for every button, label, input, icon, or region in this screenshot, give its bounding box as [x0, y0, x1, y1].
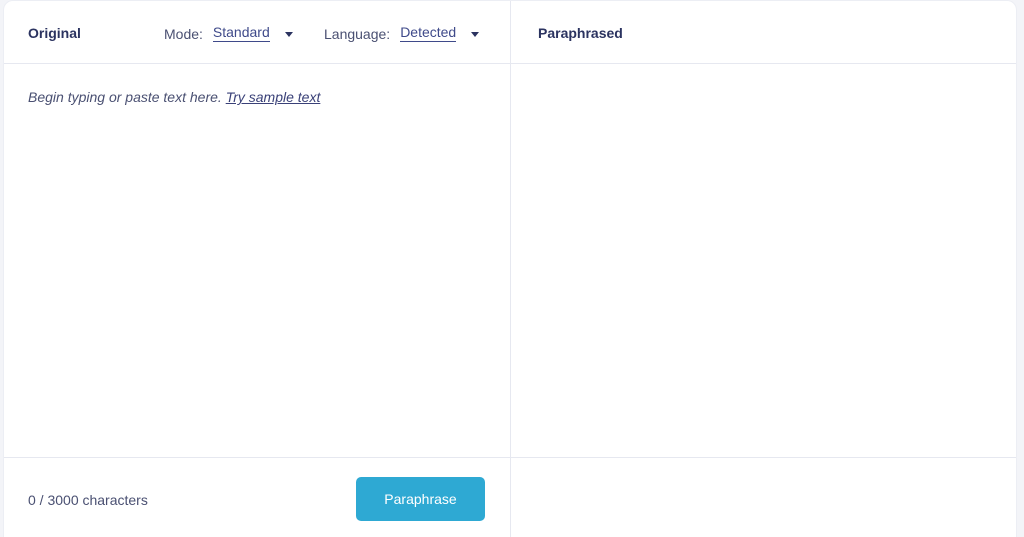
language-label: Language:	[324, 25, 391, 42]
language-dropdown[interactable]: Language: Detected	[324, 25, 480, 42]
language-value[interactable]: Detected	[400, 25, 457, 42]
mode-dropdown[interactable]: Mode: Standard	[164, 25, 293, 42]
original-header: Original Mode: Standard Language: Detect…	[4, 1, 510, 64]
character-count: 0 / 3000 characters	[28, 492, 148, 508]
paraphrase-button[interactable]: Paraphrase	[356, 477, 485, 521]
mode-label: Mode:	[164, 25, 203, 42]
original-footer: 0 / 3000 characters Paraphrase	[4, 457, 510, 537]
original-panel: Original Mode: Standard Language: Detect…	[4, 1, 511, 537]
input-placeholder: Begin typing or paste text here.	[28, 89, 222, 105]
paraphrased-panel: Paraphrased	[511, 1, 1016, 537]
chevron-down-icon[interactable]	[471, 31, 480, 37]
try-sample-text-link[interactable]: Try sample text	[226, 89, 321, 105]
paraphrased-header: Paraphrased	[511, 1, 1016, 64]
original-title: Original	[28, 25, 81, 41]
paraphrased-title: Paraphrased	[538, 25, 623, 41]
chevron-down-icon[interactable]	[284, 31, 293, 37]
paraphraser-card: Original Mode: Standard Language: Detect…	[3, 0, 1017, 537]
paraphrased-footer	[511, 457, 1016, 537]
mode-value[interactable]: Standard	[212, 25, 270, 42]
original-text-input[interactable]: Begin typing or paste text here. Try sam…	[28, 89, 490, 105]
